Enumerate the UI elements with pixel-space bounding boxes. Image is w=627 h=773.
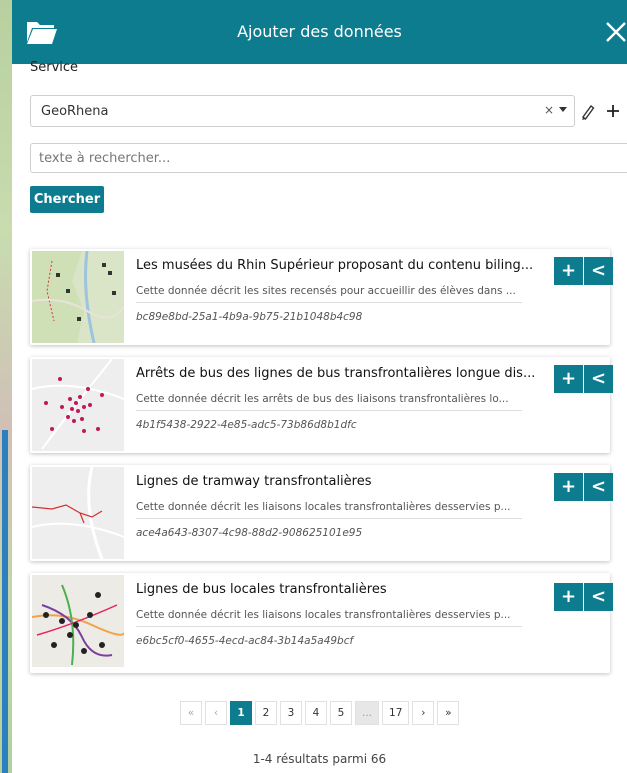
preview-button[interactable]: <	[584, 583, 613, 611]
search-button[interactable]: Chercher	[30, 186, 104, 213]
pagination-page-2[interactable]: 2	[255, 701, 277, 725]
pagination-prev[interactable]: ‹	[205, 701, 227, 725]
pagination-page-3[interactable]: 3	[280, 701, 302, 725]
plus-icon[interactable]	[602, 97, 624, 125]
result-title[interactable]: Arrêts de bus des lignes de bus transfro…	[136, 366, 536, 381]
result-id: ace4a643-8307-4c98-88d2-908625101e95	[136, 527, 363, 539]
pagination: « ‹ 1 2 3 4 5 ... 17 › »	[180, 701, 462, 725]
service-label: Service	[30, 60, 79, 75]
add-layer-button[interactable]: +	[554, 257, 583, 285]
result-id: e6bc5cf0-4655-4ecd-ac84-3b14a5a49bcf	[136, 635, 354, 647]
result-description: Cette donnée décrit les liaisons locales…	[136, 609, 522, 627]
result-title[interactable]: Les musées du Rhin Supérieur proposant d…	[136, 258, 536, 273]
pagination-ellipsis: ...	[355, 701, 380, 725]
result-thumbnail	[32, 251, 124, 343]
preview-button[interactable]: <	[584, 257, 613, 285]
pencil-icon[interactable]	[577, 97, 599, 125]
result-thumbnail	[32, 359, 124, 451]
result-description: Cette donnée décrit les liaisons locales…	[136, 501, 522, 519]
result-thumbnail	[32, 467, 124, 559]
map-side-bar	[2, 430, 8, 773]
results-count: 1-4 résultats parmi 66	[252, 752, 387, 766]
add-layer-button[interactable]: +	[554, 583, 583, 611]
pagination-page-1[interactable]: 1	[230, 701, 252, 725]
panel-header: Ajouter des données	[12, 0, 627, 64]
service-selected-value: GeoRhena	[41, 104, 109, 119]
result-thumbnail	[32, 575, 124, 667]
add-layer-button[interactable]: +	[554, 473, 583, 501]
result-id: bc89e8bd-25a1-4b9a-9b75-21b1048b4c98	[136, 311, 363, 323]
add-data-panel: Ajouter des données Service GeoRhena × C…	[12, 0, 627, 773]
pagination-last[interactable]: »	[437, 701, 460, 725]
search-input[interactable]	[30, 143, 627, 173]
result-description: Cette donnée décrit les sites recensés p…	[136, 285, 522, 303]
pagination-page-5[interactable]: 5	[330, 701, 352, 725]
add-layer-button[interactable]: +	[554, 365, 583, 393]
result-card: Les musées du Rhin Supérieur proposant d…	[30, 249, 613, 345]
close-icon[interactable]	[604, 20, 627, 44]
preview-button[interactable]: <	[584, 473, 613, 501]
chevron-down-icon[interactable]	[559, 107, 567, 112]
pagination-page-last[interactable]: 17	[382, 701, 410, 725]
result-title[interactable]: Lignes de tramway transfrontalières	[136, 474, 536, 489]
panel-title: Ajouter des données	[237, 22, 402, 41]
result-card: Arrêts de bus des lignes de bus transfro…	[30, 357, 613, 453]
result-card: Lignes de bus locales transfrontalières …	[30, 573, 613, 673]
pagination-next[interactable]: ›	[412, 701, 435, 725]
pagination-first[interactable]: «	[180, 701, 202, 725]
result-card: Lignes de tramway transfrontalières Cett…	[30, 465, 613, 561]
result-id: 4b1f5438-2922-4e85-adc5-73b86d8b1dfc	[136, 419, 357, 431]
result-title[interactable]: Lignes de bus locales transfrontalières	[136, 582, 536, 597]
pagination-page-4[interactable]: 4	[305, 701, 327, 725]
preview-button[interactable]: <	[584, 365, 613, 393]
clear-selection-icon[interactable]: ×	[544, 103, 554, 117]
result-description: Cette donnée décrit les arrêts de bus de…	[136, 393, 522, 411]
service-select[interactable]: GeoRhena ×	[30, 95, 575, 127]
